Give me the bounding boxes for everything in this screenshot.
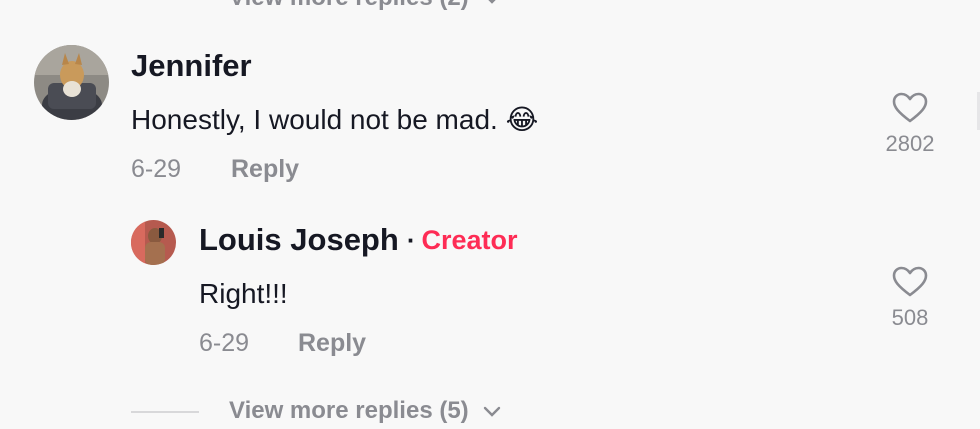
- reply-like-count: 508: [891, 305, 929, 330]
- comment-like-count: 2802: [885, 131, 935, 156]
- reply-author-line: Louis Joseph · Creator: [199, 222, 518, 258]
- chevron-down-icon: [483, 397, 501, 425]
- comment-author[interactable]: Jennifer: [131, 48, 252, 84]
- view-more-replies-top-label: View more replies (2): [229, 0, 469, 12]
- avatar[interactable]: [34, 45, 109, 120]
- view-more-replies-top[interactable]: View more replies (2): [229, 0, 501, 12]
- heart-icon: [875, 92, 945, 129]
- heart-icon: [875, 266, 945, 303]
- reply-separator: ·: [406, 224, 416, 255]
- reply-avatar[interactable]: [131, 220, 176, 265]
- divider: [131, 411, 199, 413]
- creator-badge: Creator: [421, 224, 518, 255]
- reply-date: 6-29: [199, 329, 250, 357]
- reply-like-button[interactable]: 508: [875, 266, 945, 331]
- reply-author[interactable]: Louis Joseph: [199, 222, 399, 258]
- view-more-replies-label: View more replies (5): [229, 397, 469, 424]
- reply-text: Right!!!: [199, 278, 288, 309]
- view-more-replies-button[interactable]: View more replies (5): [229, 397, 501, 425]
- reply-reply-button[interactable]: Reply: [298, 329, 366, 358]
- comment-reply-button[interactable]: Reply: [231, 155, 299, 184]
- chevron-down-icon: [483, 0, 501, 12]
- comment-like-button[interactable]: 2802: [875, 92, 945, 157]
- comment-text: Honestly, I would not be mad. 😂: [131, 104, 539, 135]
- comment-date: 6-29: [131, 155, 182, 183]
